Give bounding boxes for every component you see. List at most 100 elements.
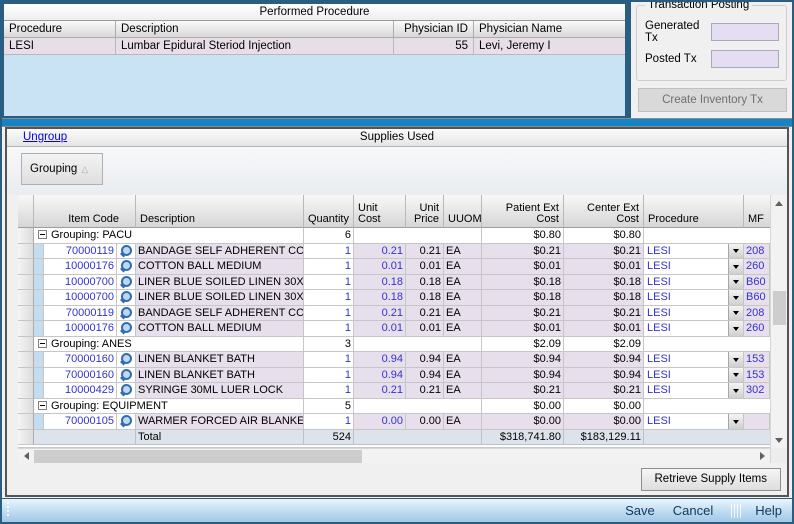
row-selector[interactable]: [18, 244, 34, 260]
horizontal-scrollbar-thumb[interactable]: [34, 450, 362, 463]
scroll-right-icon[interactable]: [754, 449, 770, 463]
help-button[interactable]: Help: [755, 503, 782, 518]
quantity-cell[interactable]: 1: [304, 275, 354, 291]
vertical-scrollbar-track[interactable]: [771, 211, 787, 432]
row-selector[interactable]: [18, 290, 34, 306]
chevron-down-icon[interactable]: [728, 383, 743, 398]
header-uuom[interactable]: UUOM: [444, 195, 482, 228]
item-lookup-button[interactable]: [117, 352, 136, 368]
item-code-cell[interactable]: 10000700: [44, 290, 117, 306]
scroll-up-icon[interactable]: [771, 195, 787, 211]
row-selector[interactable]: [18, 275, 34, 291]
item-lookup-button[interactable]: [117, 368, 136, 384]
item-lookup-button[interactable]: [117, 321, 136, 337]
group-header-cell[interactable]: Grouping: PACU: [34, 228, 304, 244]
performed-procedure-row[interactable]: LESI Lumbar Epidural Steriod Injection 5…: [4, 38, 625, 55]
item-code-cell[interactable]: 10000429: [44, 383, 117, 399]
row-selector[interactable]: [18, 259, 34, 275]
ungroup-link[interactable]: Ungroup: [23, 129, 67, 146]
item-code-cell[interactable]: 70000119: [44, 306, 117, 322]
quantity-cell[interactable]: 1: [304, 244, 354, 260]
col-procedure[interactable]: Procedure: [4, 21, 116, 37]
item-lookup-button[interactable]: [117, 306, 136, 322]
row-selector[interactable]: [18, 352, 34, 368]
header-unit-price[interactable]: Unit Price: [406, 195, 444, 228]
supply-item-row[interactable]: 10000429SYRINGE 30ML LUER LOCK10.210.21E…: [18, 383, 770, 399]
quantity-cell[interactable]: 1: [304, 414, 354, 430]
chevron-down-icon[interactable]: [728, 414, 743, 429]
cancel-button[interactable]: Cancel: [673, 503, 713, 518]
quantity-cell[interactable]: 1: [304, 290, 354, 306]
item-lookup-button[interactable]: [117, 414, 136, 430]
procedure-dropdown[interactable]: LESI: [644, 306, 744, 322]
item-lookup-button[interactable]: [117, 383, 136, 399]
col-physician-name[interactable]: Physician Name: [474, 21, 625, 37]
item-code-cell[interactable]: 70000105: [44, 414, 117, 430]
procedure-dropdown[interactable]: LESI: [644, 275, 744, 291]
row-selector[interactable]: [18, 228, 34, 244]
supply-item-row[interactable]: 70000105WARMER FORCED AIR BLANKET10.000.…: [18, 414, 770, 430]
item-lookup-button[interactable]: [117, 290, 136, 306]
procedure-dropdown[interactable]: LESI: [644, 321, 744, 337]
header-unit-cost[interactable]: Unit Cost: [354, 195, 406, 228]
horizontal-splitter[interactable]: [2, 118, 792, 127]
row-selector[interactable]: [18, 306, 34, 322]
row-selector[interactable]: [18, 368, 34, 384]
row-selector[interactable]: [18, 399, 34, 415]
grouping-button[interactable]: Grouping△: [21, 153, 103, 185]
header-mfr[interactable]: MF: [744, 195, 770, 228]
procedure-dropdown[interactable]: LESI: [644, 244, 744, 260]
item-lookup-button[interactable]: [117, 259, 136, 275]
retrieve-supply-items-button[interactable]: Retrieve Supply Items: [641, 468, 782, 491]
col-description[interactable]: Description: [116, 21, 394, 37]
chevron-down-icon[interactable]: [728, 306, 743, 321]
collapse-group-icon[interactable]: [38, 230, 47, 239]
row-selector[interactable]: [18, 321, 34, 337]
supply-item-row[interactable]: 70000119BANDAGE SELF ADHERENT COBAN10.21…: [18, 244, 770, 260]
quantity-cell[interactable]: 1: [304, 368, 354, 384]
chevron-down-icon[interactable]: [728, 244, 743, 259]
chevron-down-icon[interactable]: [728, 259, 743, 274]
chevron-down-icon[interactable]: [728, 368, 743, 383]
generated-tx-field[interactable]: [711, 23, 779, 41]
chevron-down-icon[interactable]: [728, 352, 743, 367]
group-row[interactable]: Grouping: ANES3$2.09$2.09: [18, 337, 770, 353]
supply-item-row[interactable]: 10000700LINER BLUE SOILED LINEN 30X4310.…: [18, 275, 770, 291]
supply-item-row[interactable]: 10000176COTTON BALL MEDIUM10.010.01EA$0.…: [18, 321, 770, 337]
supply-item-row[interactable]: 10000176COTTON BALL MEDIUM10.010.01EA$0.…: [18, 259, 770, 275]
item-code-cell[interactable]: 70000119: [44, 244, 117, 260]
scroll-down-icon[interactable]: [771, 432, 787, 448]
chevron-down-icon[interactable]: [728, 290, 743, 305]
quantity-cell[interactable]: 1: [304, 321, 354, 337]
vertical-scrollbar-thumb[interactable]: [773, 291, 786, 325]
create-inventory-tx-button[interactable]: Create Inventory Tx: [638, 88, 787, 112]
header-item-code[interactable]: Item Code: [34, 195, 136, 228]
row-selector[interactable]: [18, 337, 34, 353]
posted-tx-field[interactable]: [711, 50, 779, 68]
collapse-group-icon[interactable]: [38, 339, 47, 348]
supply-item-row[interactable]: 10000700LINER BLUE SOILED LINEN 30X4310.…: [18, 290, 770, 306]
procedure-dropdown[interactable]: LESI: [644, 368, 744, 384]
quantity-cell[interactable]: 1: [304, 306, 354, 322]
physician-id-cell[interactable]: 55: [394, 38, 474, 54]
col-physician-id[interactable]: Physician ID: [394, 21, 474, 37]
description-cell[interactable]: Lumbar Epidural Steriod Injection: [116, 38, 394, 54]
procedure-cell[interactable]: LESI: [4, 38, 116, 54]
horizontal-scrollbar[interactable]: [18, 448, 770, 463]
supply-item-row[interactable]: 70000160LINEN BLANKET BATH10.940.94EA$0.…: [18, 352, 770, 368]
header-patient-ext-cost[interactable]: Patient Ext Cost: [482, 195, 564, 228]
item-code-cell[interactable]: 10000176: [44, 321, 117, 337]
supply-item-row[interactable]: 70000119BANDAGE SELF ADHERENT COBAN10.21…: [18, 306, 770, 322]
chevron-down-icon[interactable]: [728, 275, 743, 290]
group-header-cell[interactable]: Grouping: ANES: [34, 337, 304, 353]
header-center-ext-cost[interactable]: Center Ext Cost: [564, 195, 644, 228]
scroll-left-icon[interactable]: [18, 449, 34, 463]
group-row[interactable]: Grouping: EQUIPMENT5$0.00$0.00: [18, 399, 770, 415]
header-procedure[interactable]: Procedure: [644, 195, 744, 228]
item-lookup-button[interactable]: [117, 275, 136, 291]
procedure-dropdown[interactable]: LESI: [644, 352, 744, 368]
quantity-cell[interactable]: 1: [304, 259, 354, 275]
item-code-cell[interactable]: 70000160: [44, 368, 117, 384]
chevron-down-icon[interactable]: [728, 321, 743, 336]
row-selector[interactable]: [18, 414, 34, 430]
